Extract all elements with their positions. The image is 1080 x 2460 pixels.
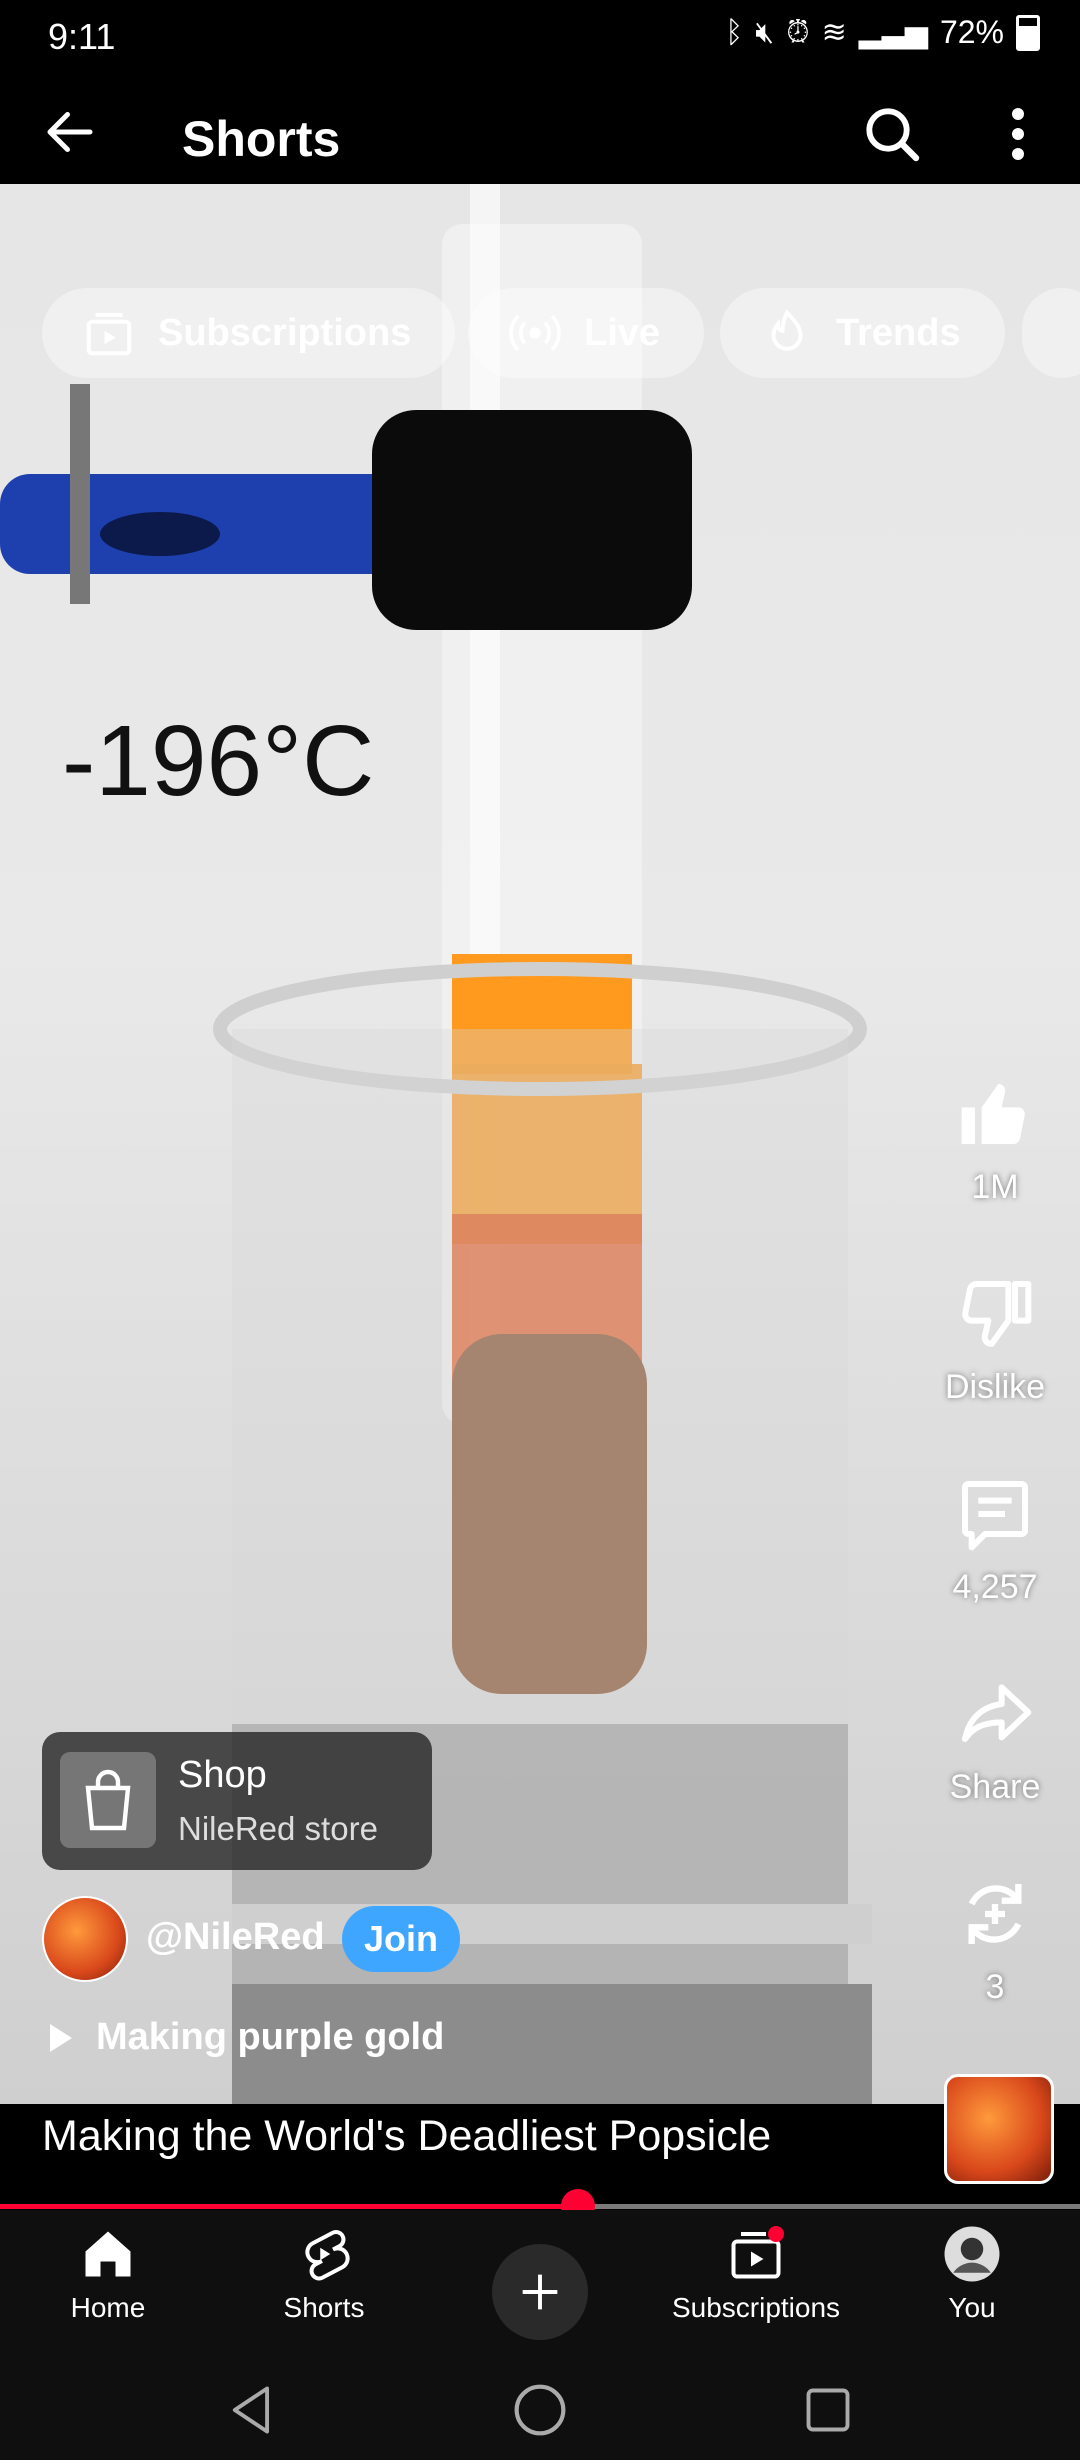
system-nav-bar [0,2354,1080,2460]
nav-subscriptions-label: Subscriptions [671,2292,841,2323]
trends-icon [771,309,803,351]
comments-button[interactable]: 4,257 [930,1474,1060,1607]
chip-trends[interactable]: Trends [720,288,1005,378]
profile-avatar-icon [944,2226,1000,2282]
video-overlay-text: -196°C [62,705,375,817]
live-icon [509,314,561,352]
app-bar: Shorts [0,80,1080,184]
status-icons: ᛒ 🔇︎ ⏰︎ ≋ ▂▃▅ 72% [725,14,1040,51]
chip-subscriptions[interactable]: Subscriptions [42,288,456,378]
progress-fill [0,2204,578,2209]
status-bar: 9:11 ᛒ 🔇︎ ⏰︎ ≋ ▂▃▅ 72% [0,0,1080,80]
thumbs-up-icon [961,1083,1025,1145]
plus-icon [522,2274,558,2310]
comment-count: 4,257 [952,1568,1038,1606]
short-video[interactable]: Subscriptions Live Trends -196°C 1M Disl… [0,184,1080,2104]
nav-shorts-label: Shorts [283,2292,365,2323]
shorts-icon [305,2230,350,2281]
chip-label: Subscriptions [158,311,412,354]
shopping-bag-icon [60,1752,156,1848]
remix-icon [968,1884,1022,1944]
join-button[interactable]: Join [342,1906,460,1972]
nav-you[interactable]: You [872,2224,1072,2324]
nav-home-label: Home [70,2292,146,2323]
playlist-title: Making purple gold [96,2016,445,2058]
dislike-button[interactable]: Dislike [930,1274,1060,1407]
chip-label: Live [584,311,661,354]
system-home-icon[interactable] [512,2382,568,2438]
alarm-icon: ⏰︎ [786,15,810,49]
playlist-link[interactable]: Making purple gold [50,2016,444,2059]
like-button[interactable]: 1M [930,1074,1060,1207]
share-icon [962,1684,1032,1742]
channel-handle[interactable]: @NileRed [146,1916,325,1959]
system-recents-icon[interactable] [802,2384,854,2436]
thumbs-down-icon [962,1281,1032,1347]
shop-card[interactable]: Shop NileRed store [42,1732,432,1870]
more-options-icon[interactable] [1000,104,1036,164]
channel-avatar[interactable] [42,1896,128,1982]
shop-subtitle: NileRed store [178,1810,378,1847]
signal-icon: ▂▃▅ [858,16,928,49]
wifi-icon: ≋ [821,16,847,49]
share-label: Share [949,1768,1041,1806]
bluetooth-icon: ᛒ [725,15,744,49]
home-icon [85,2231,131,2277]
subscriptions-icon [731,2226,784,2279]
mute-icon: 🔇︎ [755,15,775,49]
nav-shorts[interactable]: Shorts [224,2224,424,2324]
page-title: Shorts [182,111,341,167]
comment-icon [962,1481,1028,1551]
status-time: 9:11 [48,16,116,57]
nav-you-label: You [948,2292,996,2323]
video-title[interactable]: Making the World's Deadliest Popsicle [42,2112,771,2161]
battery-percent: 72% [939,14,1004,50]
dislike-label: Dislike [944,1368,1046,1406]
bottom-nav: Home Shorts Subscriptions You [0,2210,1080,2354]
sound-thumbnail[interactable] [944,2074,1054,2184]
like-count: 1M [971,1168,1019,1206]
play-icon [50,2023,72,2052]
battery-icon [1016,14,1040,51]
video-progress-bar[interactable] [0,2189,1080,2223]
chip-live[interactable]: Live [468,288,705,378]
remix-count: 3 [985,1968,1005,2006]
share-button[interactable]: Share [930,1674,1060,1807]
create-button[interactable] [492,2244,588,2340]
system-back-icon[interactable] [226,2382,278,2438]
chip-label: Trends [836,311,961,354]
back-arrow-icon[interactable] [40,102,100,162]
subscriptions-icon [86,312,132,356]
nav-subscriptions[interactable]: Subscriptions [656,2224,856,2324]
nav-home[interactable]: Home [8,2224,208,2324]
remix-button[interactable]: 3 [930,1874,1060,2007]
search-icon[interactable] [860,102,924,166]
shop-title: Shop [178,1754,267,1796]
